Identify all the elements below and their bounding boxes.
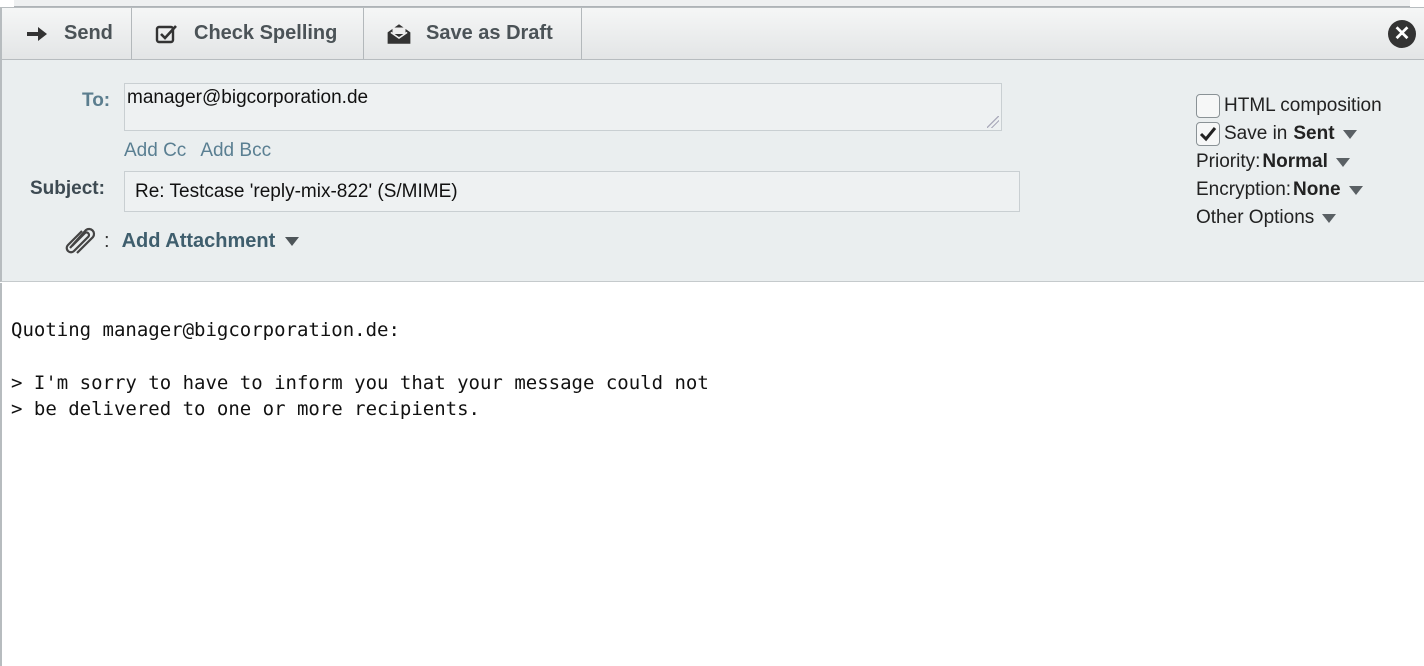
add-attachment-label: Add Attachment bbox=[121, 229, 276, 252]
subject-label: Subject: bbox=[30, 178, 105, 199]
to-field[interactable]: manager@bigcorporation.de bbox=[124, 83, 1002, 131]
priority-value[interactable]: Normal bbox=[1262, 151, 1327, 173]
compose-headers: To: manager@bigcorporation.de Add Cc Add … bbox=[0, 60, 1424, 282]
html-composition-option[interactable]: HTML composition bbox=[1196, 92, 1382, 120]
html-composition-label: HTML composition bbox=[1224, 95, 1382, 116]
add-bcc-link[interactable]: Add Bcc bbox=[200, 140, 271, 161]
chevron-down-icon[interactable] bbox=[1335, 157, 1350, 167]
chevron-down-icon bbox=[285, 236, 300, 246]
send-label: Send bbox=[64, 22, 113, 44]
body-line: Quoting manager@bigcorporation.de: bbox=[11, 319, 400, 341]
save-in-checkbox[interactable] bbox=[1196, 122, 1220, 146]
save-in-folder[interactable]: Sent bbox=[1293, 123, 1334, 145]
save-as-draft-label: Save as Draft bbox=[426, 22, 553, 44]
save-in-prefix: Save in bbox=[1224, 123, 1288, 144]
to-label: To: bbox=[82, 90, 111, 111]
chevron-down-icon[interactable] bbox=[1348, 185, 1363, 195]
encryption-value[interactable]: None bbox=[1293, 179, 1341, 201]
priority-label: Priority: bbox=[1196, 151, 1261, 172]
attachment-colon: : bbox=[104, 229, 110, 252]
add-attachment-button[interactable]: Add Attachment bbox=[122, 230, 300, 253]
encryption-label: Encryption: bbox=[1196, 179, 1292, 200]
body-line: > I'm sorry to have to inform you that y… bbox=[11, 372, 709, 394]
check-spelling-icon bbox=[154, 22, 180, 46]
subject-value: Re: Testcase 'reply-mix-822' (S/MIME) bbox=[135, 181, 458, 202]
close-icon[interactable]: ✕ bbox=[1388, 20, 1416, 48]
compose-toolbar: Send Check Spelling Save as Draft ✕ bbox=[0, 7, 1424, 60]
other-options-label: Other Options bbox=[1196, 207, 1315, 228]
chevron-down-icon[interactable] bbox=[1342, 129, 1357, 139]
save-in-option[interactable]: Save in Sent bbox=[1196, 120, 1382, 148]
priority-option[interactable]: Priority: Normal bbox=[1196, 148, 1382, 176]
message-body-editor[interactable]: Quoting manager@bigcorporation.de: > I'm… bbox=[0, 283, 1424, 666]
check-spelling-label: Check Spelling bbox=[194, 22, 338, 44]
add-recipients-links: Add Cc Add Bcc bbox=[124, 140, 285, 162]
check-spelling-button[interactable]: Check Spelling bbox=[132, 8, 364, 59]
body-line: > be delivered to one or more recipients… bbox=[11, 398, 480, 420]
other-options[interactable]: Other Options bbox=[1196, 204, 1382, 232]
arrow-right-icon bbox=[24, 22, 50, 46]
attachment-row: : Add Attachment bbox=[64, 226, 300, 256]
subject-field[interactable]: Re: Testcase 'reply-mix-822' (S/MIME) bbox=[124, 171, 1020, 212]
to-value: manager@bigcorporation.de bbox=[127, 87, 369, 108]
compose-options: HTML composition Save in Sent Priority: No… bbox=[1196, 92, 1382, 232]
html-composition-checkbox[interactable] bbox=[1196, 94, 1220, 118]
add-cc-link[interactable]: Add Cc bbox=[124, 140, 186, 161]
send-button[interactable]: Send bbox=[2, 8, 132, 59]
chevron-down-icon[interactable] bbox=[1322, 213, 1337, 223]
envelope-draft-icon bbox=[386, 22, 412, 46]
checkmark-icon bbox=[1199, 127, 1217, 142]
resize-grip[interactable] bbox=[987, 116, 999, 128]
save-as-draft-button[interactable]: Save as Draft bbox=[364, 8, 582, 59]
encryption-option[interactable]: Encryption: None bbox=[1196, 176, 1382, 204]
paperclip-icon bbox=[64, 226, 98, 256]
